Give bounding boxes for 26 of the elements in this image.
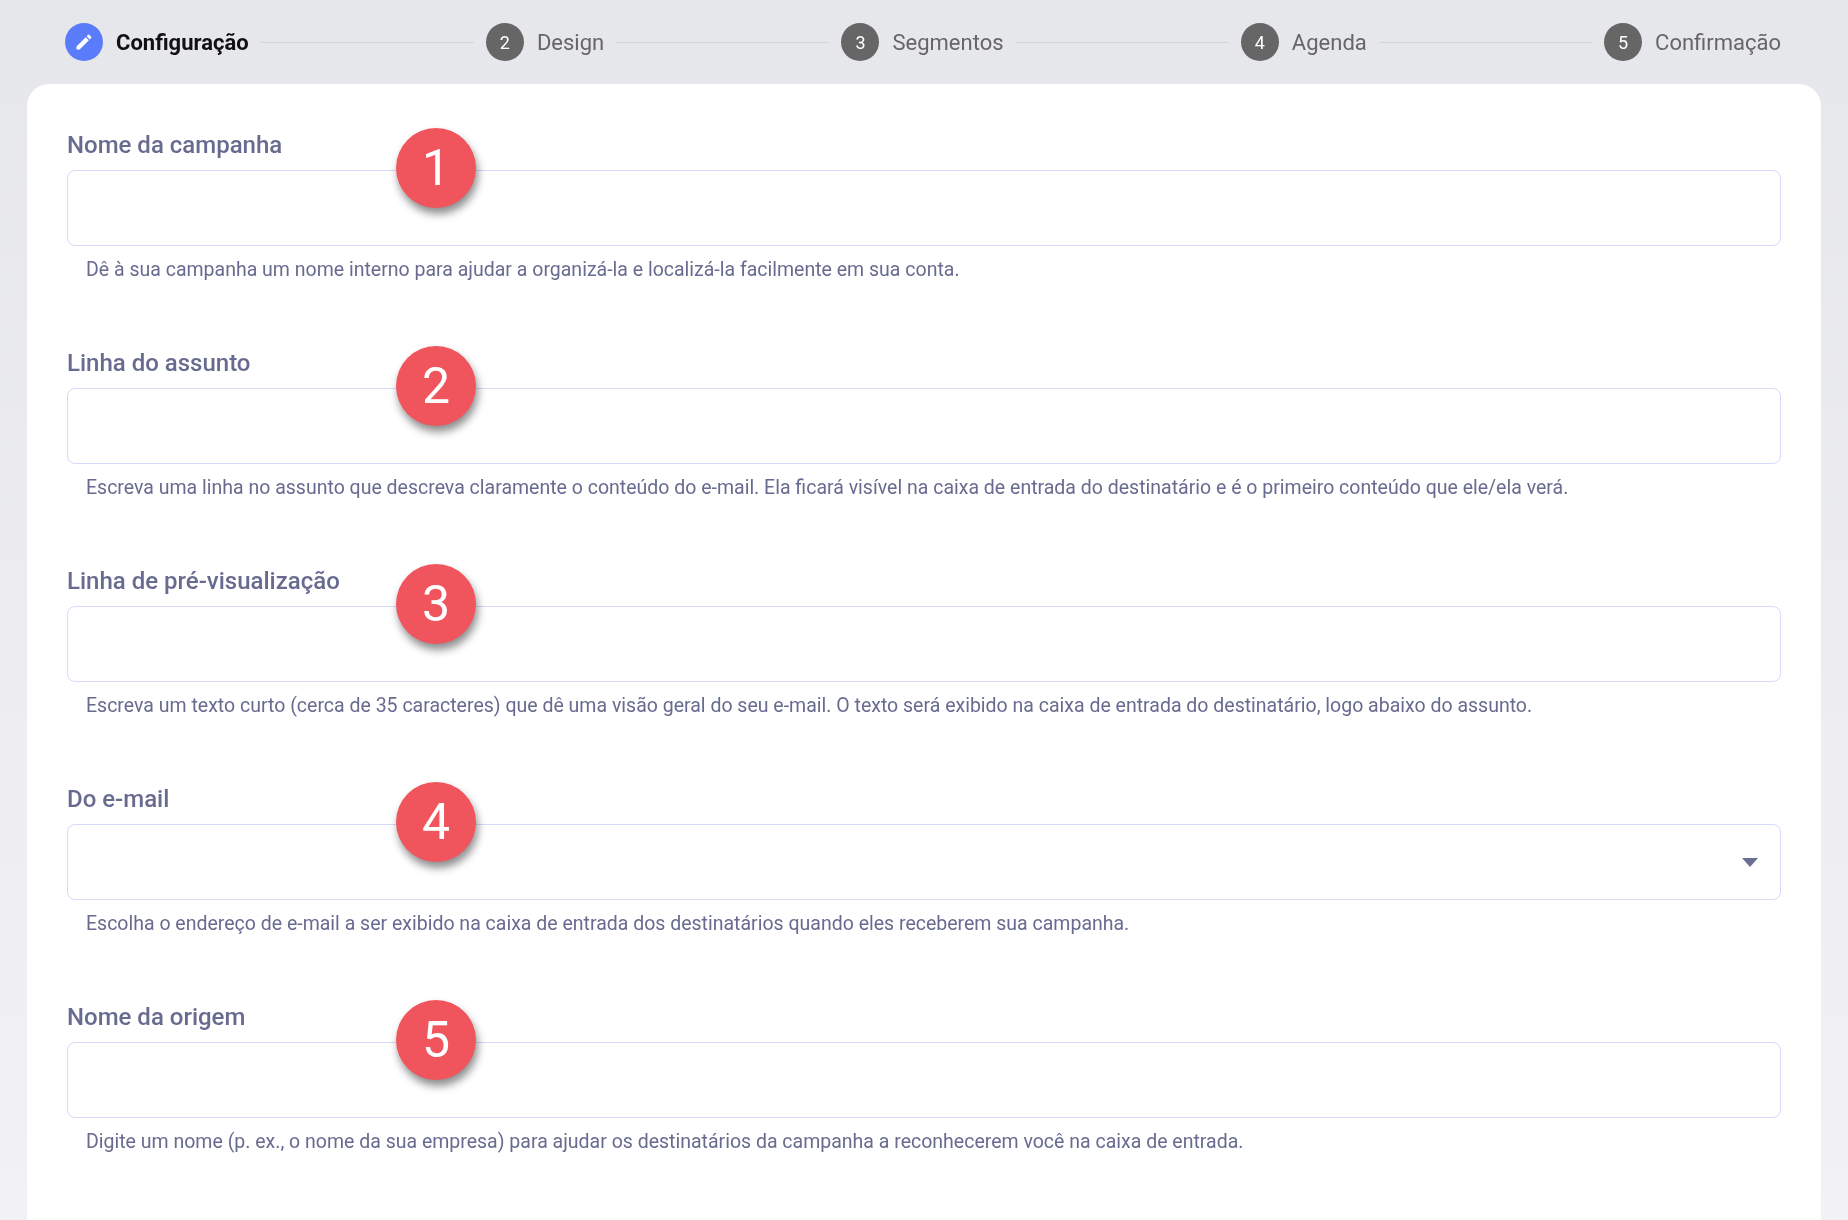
step-number[interactable]: 5	[1604, 23, 1643, 61]
field-label: Nome da campanha	[67, 130, 284, 160]
help-text: Escreva uma linha no assunto que descreva claramente o conteúdo do e-mail. Ela ficará visível na caixa de entrada do destinatário e é o primeiro conteúdo que ele/ela verá.	[85, 476, 1570, 500]
numbered-callout: 4	[396, 782, 476, 862]
step-label[interactable]: Segmentos	[892, 25, 1004, 59]
field-label: Linha do assunto	[67, 348, 252, 378]
step-pencil-icon[interactable]	[65, 23, 103, 61]
numbered-callout: 5	[396, 1000, 476, 1080]
step-label[interactable]: Confirmação	[1655, 25, 1781, 59]
help-text: Escreva um texto curto (cerca de 35 caracteres) que dê uma visão geral do seu e-mail. O texto será exibido na caixa de entrada do destinatário, logo abaixo do assunto.	[85, 694, 1534, 718]
field-label: Linha de pré-visualização	[67, 566, 341, 596]
step-number[interactable]: 2	[485, 23, 524, 61]
help-text: Escolha o endereço de e-mail a ser exibido na caixa de entrada dos destinatários quando eles receberem sua campanha.	[85, 912, 1131, 936]
field-label: Do e-mail	[67, 784, 171, 814]
numbered-callout: 2	[396, 346, 476, 426]
step-label[interactable]: Configuração	[116, 25, 249, 59]
step-label[interactable]: Design	[536, 25, 605, 59]
dropdown-caret-icon	[1742, 857, 1758, 867]
help-text: Digite um nome (p. ex., o nome da sua empresa) para ajudar os destinatários da campanha a reconhecerem você na caixa de entrada.	[85, 1130, 1245, 1154]
step-number[interactable]: 4	[1240, 23, 1279, 61]
help-text: Dê à sua campanha um nome interno para ajudar a organizá-la e localizá-la facilmente em sua conta.	[85, 258, 961, 282]
field-label: Nome da origem	[67, 1002, 247, 1032]
numbered-callout: 3	[396, 564, 476, 644]
step-number[interactable]: 3	[841, 23, 880, 61]
step-label[interactable]: Agenda	[1291, 25, 1367, 59]
numbered-callout: 1	[396, 128, 476, 208]
